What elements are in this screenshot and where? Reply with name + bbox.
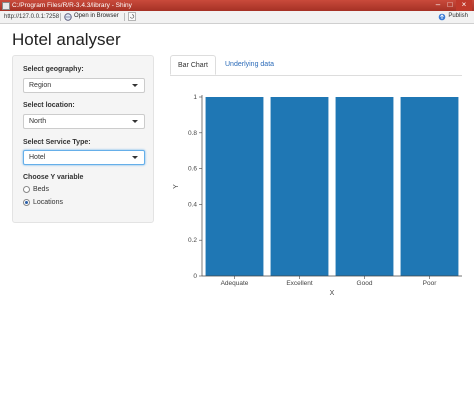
service-type-label: Select Service Type: [23, 139, 91, 146]
bar-excellent[interactable] [270, 97, 329, 276]
radio-label: Locations [33, 199, 63, 206]
maximize-icon[interactable]: □ [444, 0, 456, 11]
y-tick-label: 1 [193, 94, 197, 101]
publish-icon [439, 13, 446, 20]
bar-poor[interactable] [400, 97, 459, 276]
x-tick-label: Excellent [286, 280, 313, 287]
y-tick-label: 0.6 [188, 166, 197, 173]
publish-button[interactable]: Publish [438, 12, 468, 21]
radio-option-beds[interactable]: Beds [23, 186, 49, 193]
y-axis-title: Y [173, 184, 180, 189]
open-in-browser-label: Open in Browser [74, 13, 119, 19]
geography-label: Select geography: [23, 66, 84, 73]
tab-underlying-data[interactable]: Underlying data [218, 55, 281, 75]
tab-bar-chart[interactable]: Bar Chart [170, 55, 216, 75]
toolbar-divider [60, 13, 61, 21]
geography-select[interactable]: Region [23, 78, 145, 93]
window-title: C:/Program Files/R/R-3.4.3/library - Shi… [12, 2, 132, 9]
x-tick-label: Poor [423, 280, 438, 287]
close-icon[interactable]: × [456, 0, 472, 11]
chevron-down-icon [132, 156, 138, 159]
url-text[interactable]: http://127.0.0.1:7258 [4, 13, 59, 21]
radio-button[interactable] [23, 186, 30, 193]
x-axis-title: X [330, 290, 335, 297]
radio-label: Beds [33, 186, 49, 193]
y-variable-label: Choose Y variable [23, 174, 84, 181]
service-type-value: Hotel [29, 154, 46, 161]
bar-chart: 0 0.2 0.4 0.6 0.8 1 Adequate Excellent Good Poor X… [173, 94, 462, 297]
bar-good[interactable] [335, 97, 394, 276]
service-type-select[interactable]: Hotel [23, 150, 145, 165]
refresh-icon[interactable] [128, 12, 136, 21]
window-titlebar: C:/Program Files/R/R-3.4.3/library - Shi… [0, 0, 474, 11]
tab-bar: Bar Chart Underlying data [170, 55, 462, 76]
browser-icon [64, 12, 72, 21]
geography-value: Region [29, 82, 52, 89]
open-in-browser-button[interactable]: Open in Browser [64, 12, 119, 21]
x-tick-label: Good [357, 280, 373, 287]
radio-option-locations[interactable]: Locations [23, 199, 63, 206]
app-icon [2, 2, 10, 10]
sidebar-panel: Select geography: Region Select location… [12, 55, 154, 223]
toolbar-divider [124, 13, 125, 21]
publish-label: Publish [448, 13, 468, 19]
y-tick-label: 0.2 [188, 237, 197, 244]
chevron-down-icon [132, 120, 138, 123]
location-value: North [29, 118, 47, 125]
location-select[interactable]: North [23, 114, 145, 129]
viewer-toolbar: http://127.0.0.1:7258 Open in Browser Pu… [0, 11, 474, 24]
x-tick-label: Adequate [221, 280, 249, 287]
y-tick-label: 0.8 [188, 130, 197, 137]
y-tick-label: 0.4 [188, 201, 197, 208]
chevron-down-icon [132, 84, 138, 87]
location-label: Select location: [23, 102, 75, 109]
page-title: Hotel analyser [12, 30, 121, 49]
bar-adequate[interactable] [205, 97, 264, 276]
minimize-icon[interactable]: – [432, 0, 444, 11]
radio-button-selected[interactable] [23, 199, 30, 206]
y-tick-label: 0 [193, 273, 197, 280]
